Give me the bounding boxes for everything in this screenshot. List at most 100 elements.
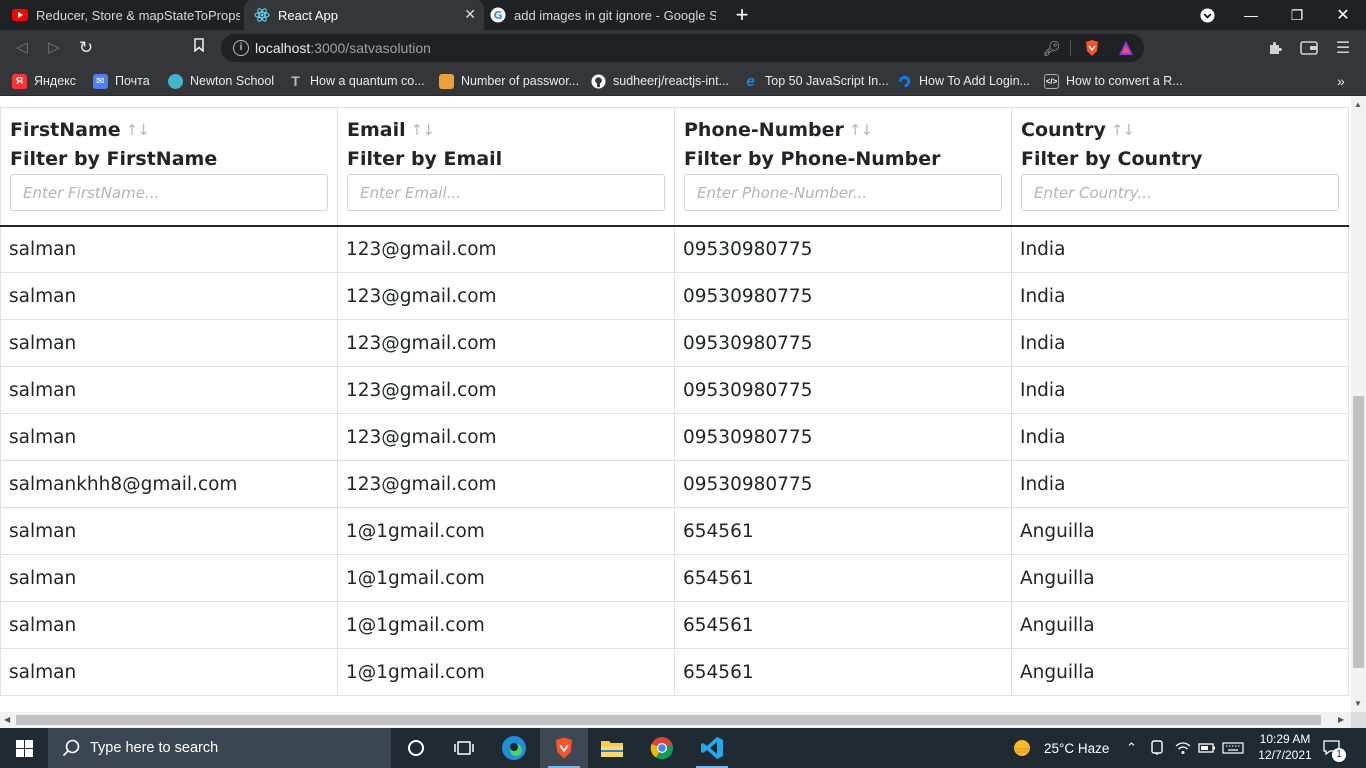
more-bookmarks-icon[interactable]: » xyxy=(1337,72,1345,90)
cell-firstname: salman xyxy=(0,507,338,555)
column-email: Email ↑↓ Filter by Email xyxy=(337,107,675,227)
sort-icon[interactable]: ↑↓ xyxy=(1111,121,1135,139)
edureka-icon: e xyxy=(746,72,755,90)
close-window-icon[interactable]: ✕ xyxy=(1320,0,1366,30)
cell-country: Anguilla xyxy=(1011,507,1349,555)
edge-icon xyxy=(502,736,526,760)
taskbar-chrome[interactable] xyxy=(638,728,686,768)
table-header-row: FirstName↑↓ Filter by FirstName Email↑↓ … xyxy=(0,107,1349,227)
wallet-icon[interactable] xyxy=(1300,39,1318,57)
new-tab-button[interactable]: + xyxy=(733,2,751,28)
brave-icon xyxy=(556,737,572,759)
wifi-icon[interactable] xyxy=(1175,728,1191,768)
vertical-scrollbar[interactable]: ▲ ▼ xyxy=(1351,96,1366,712)
sort-icon[interactable]: ↑↓ xyxy=(411,121,435,139)
brave-rewards-icon[interactable] xyxy=(1117,39,1135,57)
cell-phone: 654561 xyxy=(674,507,1012,555)
bookmark-label: How a quantum co... xyxy=(310,74,425,88)
sort-phone-number[interactable]: Phone-Number ↑↓ xyxy=(684,119,1002,141)
system-clock[interactable]: 10:29 AM 12/7/2021 xyxy=(1252,731,1318,763)
vertical-scroll-thumb[interactable] xyxy=(1353,396,1364,668)
keyboard-icon[interactable] xyxy=(1222,728,1244,768)
bookmark-add-login[interactable]: How To Add Login... xyxy=(897,72,1030,90)
cell-phone: 09530980775 xyxy=(674,366,1012,414)
minimize-icon[interactable]: — xyxy=(1228,0,1274,30)
cell-firstname: salman xyxy=(0,225,338,273)
filter-phone-number-input[interactable] xyxy=(684,174,1002,211)
start-button[interactable] xyxy=(0,728,48,768)
taskbar-file-explorer[interactable] xyxy=(588,728,636,768)
bookmark-label: Яндекс xyxy=(34,74,77,88)
sort-firstname[interactable]: FirstName ↑↓ xyxy=(10,119,328,141)
bookmark-page-icon[interactable] xyxy=(189,38,209,58)
cell-email: 123@gmail.com xyxy=(337,319,675,367)
bookmark-top50-js[interactable]: e Top 50 JavaScript In... xyxy=(743,72,888,90)
taskbar-vscode[interactable] xyxy=(688,728,736,768)
sort-country[interactable]: Country ↑↓ xyxy=(1021,119,1339,141)
scroll-down-icon[interactable]: ▼ xyxy=(1354,699,1362,708)
address-bar[interactable]: i localhost:3000/satvasolution 🔑︎ xyxy=(221,34,1144,62)
digitalocean-icon xyxy=(897,74,912,89)
task-view-button[interactable] xyxy=(440,728,488,768)
scroll-left-icon[interactable]: ◀ xyxy=(4,715,10,724)
weather-widget[interactable]: 25°C Haze xyxy=(1012,728,1109,768)
cell-email: 1@1gmail.com xyxy=(337,554,675,602)
bookmark-github[interactable]: sudheerj/reactjs-int... xyxy=(591,72,729,90)
cell-phone: 654561 xyxy=(674,601,1012,649)
tab-google-search[interactable]: G add images in git ignore - Google Sea xyxy=(484,0,724,30)
search-placeholder: Type here to search xyxy=(90,740,219,756)
key-icon[interactable]: 🔑︎ xyxy=(1043,39,1061,57)
taskbar-edge[interactable] xyxy=(490,728,538,768)
back-icon[interactable]: ◁ xyxy=(12,38,32,58)
table-row: salman 1@1gmail.com 654561 Anguilla xyxy=(0,507,1349,555)
extensions-icon[interactable] xyxy=(1266,39,1284,57)
haze-icon xyxy=(1014,740,1030,756)
cell-firstname: salman xyxy=(0,601,338,649)
sort-icon[interactable]: ↑↓ xyxy=(126,121,150,139)
scroll-up-icon[interactable]: ▲ xyxy=(1354,100,1362,109)
sort-icon[interactable]: ↑↓ xyxy=(849,121,873,139)
table-row: salman 123@gmail.com 09530980775 India xyxy=(0,319,1349,367)
taskbar-brave[interactable] xyxy=(540,728,588,768)
windows-icon xyxy=(15,739,33,757)
table-row: salman 1@1gmail.com 654561 Anguilla xyxy=(0,601,1349,649)
cell-phone: 09530980775 xyxy=(674,413,1012,461)
bookmark-quantum[interactable]: T How a quantum co... xyxy=(288,72,425,90)
cortana-button[interactable] xyxy=(392,728,440,768)
bookmark-pochta[interactable]: ✉ Почта xyxy=(93,72,150,90)
filter-firstname-input[interactable] xyxy=(10,174,328,211)
cell-firstname: salman xyxy=(0,366,338,414)
reload-icon[interactable]: ↻ xyxy=(76,38,96,58)
menu-icon[interactable]: ☰ xyxy=(1334,39,1352,57)
browser-tab-strip: Reducer, Store & mapStateToProps | R Rea… xyxy=(0,0,1366,30)
sort-email[interactable]: Email ↑↓ xyxy=(347,119,665,141)
horizontal-scrollbar[interactable]: ◀ ▶ xyxy=(0,712,1351,728)
bookmark-yandex[interactable]: Я Яндекс xyxy=(12,72,76,90)
bookmark-newton-school[interactable]: Newton School xyxy=(168,72,274,90)
horizontal-scroll-thumb[interactable] xyxy=(16,715,1321,725)
forward-icon[interactable]: ▷ xyxy=(44,38,64,58)
device-icon[interactable] xyxy=(1150,728,1164,768)
cell-firstname: salmankhh8@gmail.com xyxy=(0,460,338,508)
windows-taskbar: Type here to search 25°C Haze ⌃ 10:29 AM xyxy=(0,728,1366,768)
taskbar-search-box[interactable]: Type here to search xyxy=(48,728,391,768)
close-tab-icon[interactable]: ✕ xyxy=(464,6,476,23)
bookmark-convert[interactable]: </> How to convert a R... xyxy=(1044,72,1183,90)
site-info-icon[interactable]: i xyxy=(233,40,249,56)
column-firstname: FirstName ↑↓ Filter by FirstName xyxy=(0,107,338,227)
tab-reducer-store[interactable]: Reducer, Store & mapStateToProps | R xyxy=(0,0,244,30)
filter-country-input[interactable] xyxy=(1021,174,1339,211)
tab-title: Reducer, Store & mapStateToProps | R xyxy=(36,7,240,23)
column-phone-number: Phone-Number ↑↓ Filter by Phone-Number xyxy=(674,107,1012,227)
notification-center[interactable]: 1 xyxy=(1322,728,1346,768)
show-hidden-icons[interactable]: ⌃ xyxy=(1126,728,1137,768)
scroll-right-icon[interactable]: ▶ xyxy=(1338,715,1344,724)
bookmark-passwords[interactable]: Number of passwor... xyxy=(439,72,579,90)
tab-react-app[interactable]: React App ✕ xyxy=(244,0,484,30)
tab-search-icon[interactable] xyxy=(1184,0,1230,30)
filter-email-input[interactable] xyxy=(347,174,665,211)
brave-shields-icon[interactable] xyxy=(1083,39,1101,57)
battery-icon[interactable] xyxy=(1198,728,1216,768)
url-text[interactable]: localhost:3000/satvasolution xyxy=(255,40,431,56)
restore-icon[interactable]: ❐ xyxy=(1274,0,1320,30)
